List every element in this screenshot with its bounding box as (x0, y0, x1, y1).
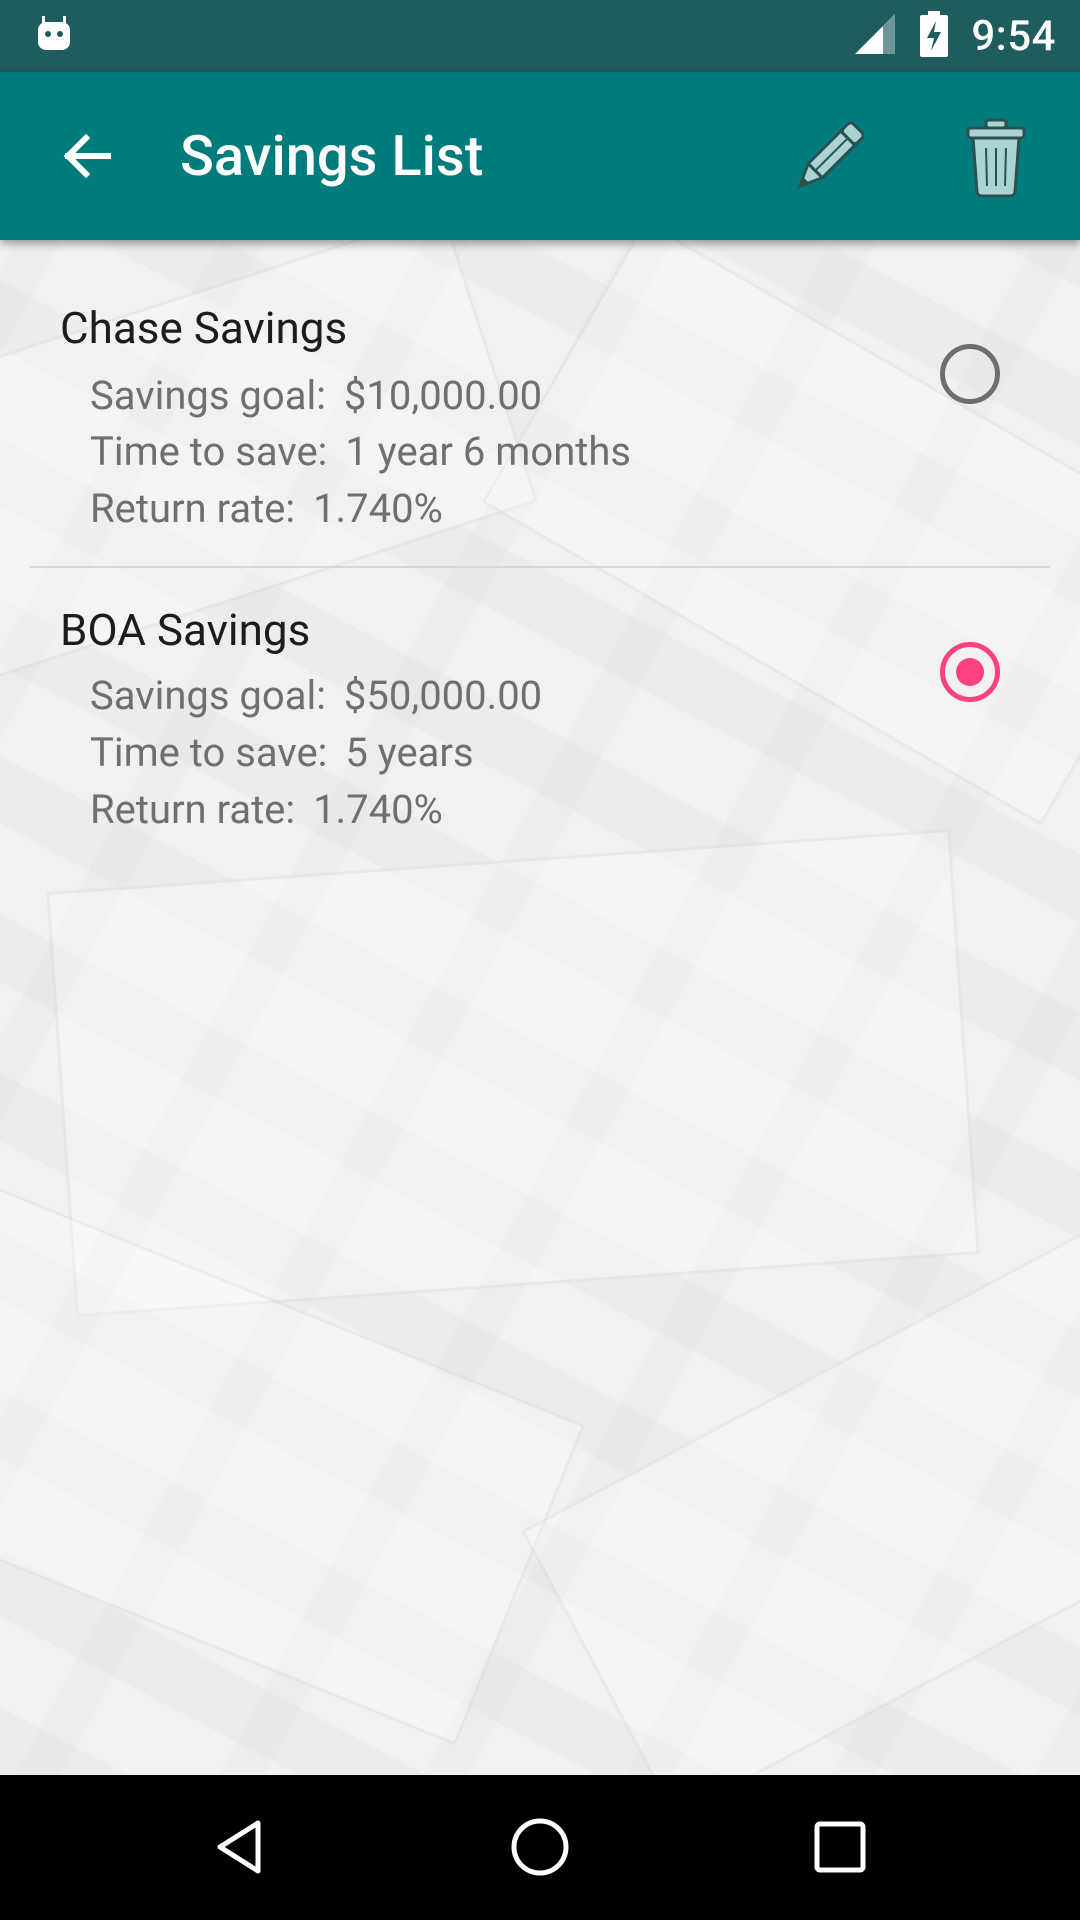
background-bill (46, 828, 980, 1318)
time-to-save: Time to save: 5 years (90, 729, 474, 776)
select-radio-boa[interactable] (940, 642, 1000, 702)
return-rate-label: Return rate: (90, 786, 296, 833)
time-to-save: Time to save: 1 year 6 months (90, 428, 631, 475)
return-rate-value: 1.740% (313, 485, 443, 532)
delete-button[interactable] (948, 110, 1044, 206)
page-title: Savings List (180, 123, 484, 189)
list-item[interactable]: Chase Savings Savings goal: $10,000.00 Ti… (30, 240, 1050, 566)
return-rate-value: 1.740% (313, 786, 443, 833)
back-button[interactable] (48, 116, 128, 196)
app-bar: Savings List (0, 72, 1080, 240)
return-rate: Return rate: 1.740% (90, 485, 443, 532)
savings-goal-value: $50,000.00 (343, 672, 543, 719)
savings-goal: Savings goal: $10,000.00 (90, 372, 542, 419)
navigation-bar (0, 1775, 1080, 1920)
status-time: 9:54 (971, 11, 1056, 61)
savings-goal-label: Savings goal: (90, 672, 326, 719)
edit-button[interactable] (780, 110, 876, 206)
trash-icon (966, 118, 1026, 198)
status-bar: 9:54 (0, 0, 1080, 72)
return-rate-label: Return rate: (90, 485, 296, 532)
nav-recents-button[interactable] (790, 1797, 890, 1897)
savings-goal: Savings goal: $50,000.00 (90, 672, 542, 719)
battery-charging-icon (919, 11, 949, 61)
time-to-save-value: 5 years (345, 729, 474, 776)
nav-back-icon (217, 1820, 261, 1874)
back-arrow-icon (63, 133, 111, 179)
signal-icon (853, 12, 897, 60)
pencil-edit-icon (797, 121, 865, 189)
savings-goal-value: $10,000.00 (343, 372, 543, 419)
savings-list: Chase Savings Savings goal: $10,000.00 Ti… (0, 240, 1080, 1775)
savings-name: BOA Savings (60, 604, 311, 656)
nav-back-button[interactable] (190, 1797, 290, 1897)
android-debug-icon (34, 14, 74, 54)
select-radio-chase[interactable] (940, 344, 1000, 404)
savings-goal-label: Savings goal: (90, 372, 326, 419)
background-bill (521, 1227, 1080, 1775)
nav-home-button[interactable] (490, 1797, 590, 1897)
savings-name: Chase Savings (60, 302, 348, 354)
nav-recents-icon (814, 1821, 866, 1873)
time-to-save-label: Time to save: (90, 428, 328, 475)
return-rate: Return rate: 1.740% (90, 786, 443, 833)
time-to-save-label: Time to save: (90, 729, 328, 776)
nav-home-icon (511, 1818, 569, 1876)
time-to-save-value: 1 year 6 months (345, 428, 632, 475)
list-item[interactable]: BOA Savings Savings goal: $50,000.00 Time… (30, 568, 1050, 868)
